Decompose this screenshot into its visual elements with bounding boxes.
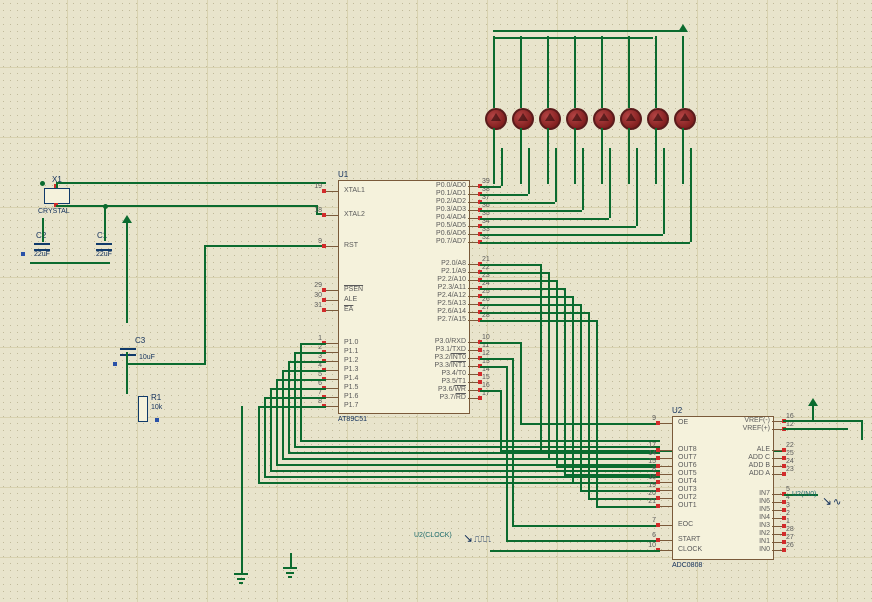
power-arrow-icon xyxy=(808,398,818,406)
wire xyxy=(126,363,206,365)
led-d7[interactable] xyxy=(647,108,669,130)
part-U2: ADC0808 xyxy=(672,562,702,569)
wire xyxy=(104,205,316,207)
led-d5[interactable] xyxy=(593,108,615,130)
val-C1: 22uF xyxy=(96,251,112,258)
wire xyxy=(783,428,848,430)
cap-body[interactable] xyxy=(34,243,50,251)
wire xyxy=(56,182,58,188)
square-wave-icon: ⎍⎍⎍ xyxy=(474,534,490,545)
led-d4[interactable] xyxy=(566,108,588,130)
led-d1[interactable] xyxy=(485,108,507,130)
sine-wave-icon: ∿ xyxy=(833,497,841,508)
wire xyxy=(290,553,292,567)
power-arrow-icon xyxy=(122,215,132,223)
wire xyxy=(812,406,814,420)
wire xyxy=(126,352,128,394)
sig-clock-label: U2(CLOCK) xyxy=(414,532,452,539)
wire xyxy=(42,218,44,242)
clock-source-icon[interactable]: ↘ xyxy=(463,531,473,545)
wire xyxy=(204,245,206,365)
wire xyxy=(783,420,863,422)
led-d3[interactable] xyxy=(539,108,561,130)
ref-U2: U2 xyxy=(672,406,682,415)
ref-U1: U1 xyxy=(338,170,348,179)
schematic-canvas[interactable]: X1 CRYSTAL C1 22uF C2 22uF C3 10uF R1 10… xyxy=(0,0,872,602)
wire xyxy=(56,205,106,207)
wire xyxy=(56,182,326,184)
led-d8[interactable] xyxy=(674,108,696,130)
wire xyxy=(30,262,110,264)
part-U1: AT89C51 xyxy=(338,416,367,423)
wire xyxy=(861,420,863,440)
power-arrow-icon xyxy=(678,24,688,32)
sine-source-icon[interactable]: ↘ xyxy=(822,494,832,508)
wire xyxy=(104,205,106,241)
wire xyxy=(241,553,243,573)
wire xyxy=(126,223,128,323)
wire xyxy=(493,30,683,32)
junction xyxy=(40,181,45,186)
sig-in0-label: U2(IN0) xyxy=(792,491,817,498)
net-endcap xyxy=(113,362,117,366)
cap-body[interactable] xyxy=(120,348,136,356)
led-d6[interactable] xyxy=(620,108,642,130)
val-C2: 22uF xyxy=(34,251,50,258)
ref-C3: C3 xyxy=(135,336,145,345)
ground-icon xyxy=(234,573,248,583)
net-endcap xyxy=(155,418,159,422)
val-R1: 10k xyxy=(151,404,162,411)
wire xyxy=(204,245,322,247)
val-X1: CRYSTAL xyxy=(38,208,70,215)
val-C3: 10uF xyxy=(139,354,155,361)
resistor-body[interactable] xyxy=(138,396,148,422)
crystal-body[interactable] xyxy=(44,188,70,204)
net-endcap xyxy=(21,252,25,256)
ref-R1: R1 xyxy=(151,393,161,402)
junction xyxy=(103,204,108,209)
cap-body[interactable] xyxy=(96,243,112,251)
led-d2[interactable] xyxy=(512,108,534,130)
ground-icon xyxy=(283,567,297,577)
